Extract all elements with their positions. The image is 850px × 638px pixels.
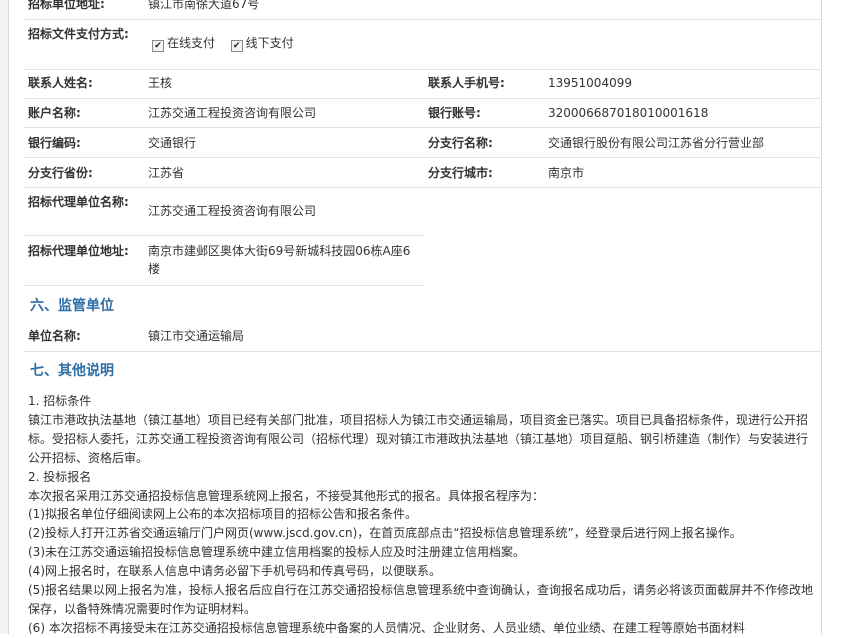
note-line: 2. 投标报名: [28, 469, 92, 484]
label-supervision-unit: 单位名称:: [28, 329, 81, 343]
value-bank-code: 交通银行: [148, 136, 197, 150]
note-line: (2)投标人打开江苏省交通运输厅门户网页(www.jscd.gov.cn)，在首…: [28, 526, 742, 541]
left-frame-edge: [0, 0, 9, 634]
label-branch-name: 分支行名称:: [428, 136, 493, 150]
value-agency: 江苏交通工程投资咨询有限公司: [148, 204, 317, 218]
value-contact-phone: 13951004099: [548, 76, 632, 90]
section-title-other: 七、其他说明: [30, 363, 114, 379]
offline-payment-label: 线下支付: [245, 36, 294, 50]
row-supervision: 单位名称: 镇江市交通运输局: [24, 321, 822, 352]
note-line: (3)未在江苏交通运输招投标信息管理系统中建立信用档案的投标人应及时注册建立信用…: [28, 545, 526, 560]
label-contact-phone: 联系人手机号:: [428, 76, 505, 90]
value-tender-address: 镇江市南徐大道67号: [148, 0, 260, 11]
row-branch-location: 分支行省份: 江苏省 分支行城市: 南京市: [24, 157, 822, 188]
section-title-supervision: 六、监管单位: [30, 298, 114, 314]
note-line: (6) 本次招标不再接受未在江苏交通招投标信息管理系统中备案的人员情况、企业财务…: [28, 620, 745, 635]
scrollbar-track[interactable]: [821, 0, 850, 634]
value-supervision-unit: 镇江市交通运输局: [148, 329, 245, 343]
label-payment-method: 招标文件支付方式:: [28, 27, 129, 41]
row-bank: 银行编码: 交通银行 分支行名称: 交通银行股份有限公司江苏省分行营业部: [24, 127, 822, 158]
value-agency-address: 南京市建邺区奥体大街69号新城科技园06栋A座6楼: [148, 244, 411, 276]
note-line: (1)拟报名单位仔细阅读网上公布的本次招标项目的招标公告和报名条件。: [28, 507, 418, 522]
label-agency: 招标代理单位名称:: [28, 195, 129, 209]
value-contact-name: 王核: [148, 76, 173, 90]
note-line: (4)网上报名时，在联系人信息中请务必留下手机号码和传真号码，以便联系。: [28, 564, 442, 579]
value-bank-account-no: 32000668701801000161​8: [548, 106, 709, 120]
label-bank-account-no: 银行账号:: [428, 106, 481, 120]
label-branch-city: 分支行城市:: [428, 166, 493, 180]
note-line: (5)报名结果以网上报名为准，投标人报名后应自行在江苏交通招投标信息管理系统中查…: [28, 583, 814, 616]
row-agency: 招标代理单位名称: 江苏交通工程投资咨询有限公司: [24, 187, 424, 236]
row-payment-method: 招标文件支付方式: ✔ 在线支付 ✔ 线下支付: [24, 19, 822, 70]
offline-payment-checkbox[interactable]: ✔: [230, 40, 243, 52]
row-account: 账户名称: 江苏交通工程投资咨询有限公司 银行账号: 3200066870180…: [24, 98, 822, 128]
note-line: 镇江市港政执法基地（镇江基地）项目已经有关部门批准，项目招标人为镇江市交通运输局…: [28, 412, 809, 465]
value-account-name: 江苏交通工程投资咨询有限公司: [148, 106, 317, 120]
online-payment-checkbox[interactable]: ✔: [152, 40, 164, 52]
value-branch-province: 江苏省: [148, 166, 185, 180]
note-line: 1. 招标条件: [28, 394, 92, 408]
row-contact: 联系人姓名: 王核 联系人手机号: 13951004099: [24, 69, 822, 99]
row-tender-address: 招标单位地址: 镇江市南徐大道67号: [24, 0, 822, 20]
label-bank-code: 银行编码:: [28, 136, 81, 150]
note-line: 本次报名采用江苏交通招投标信息管理系统网上报名，不接受其他形式的报名。具体报名程…: [28, 488, 545, 503]
payment-options: ✔ 在线支付 ✔ 线下支付: [152, 34, 294, 52]
value-branch-city: 南京市: [548, 166, 585, 180]
row-agency-address: 招标代理单位地址: 南京市建邺区奥体大街69号新城科技园06栋A座6楼: [24, 235, 424, 286]
label-agency-address: 招标代理单位地址:: [28, 244, 129, 258]
label-account-name: 账户名称:: [28, 106, 81, 120]
value-branch-name: 交通银行股份有限公司江苏省分行营业部: [548, 136, 765, 150]
label-tender-address: 招标单位地址:: [28, 0, 105, 11]
label-contact-name: 联系人姓名:: [28, 76, 93, 90]
other-notes: 1. 招标条件 镇江市港政执法基地（镇江基地）项目已经有关部门批准，项目招标人为…: [28, 392, 818, 638]
online-payment-label: 在线支付: [167, 36, 216, 50]
label-branch-province: 分支行省份:: [28, 166, 93, 180]
